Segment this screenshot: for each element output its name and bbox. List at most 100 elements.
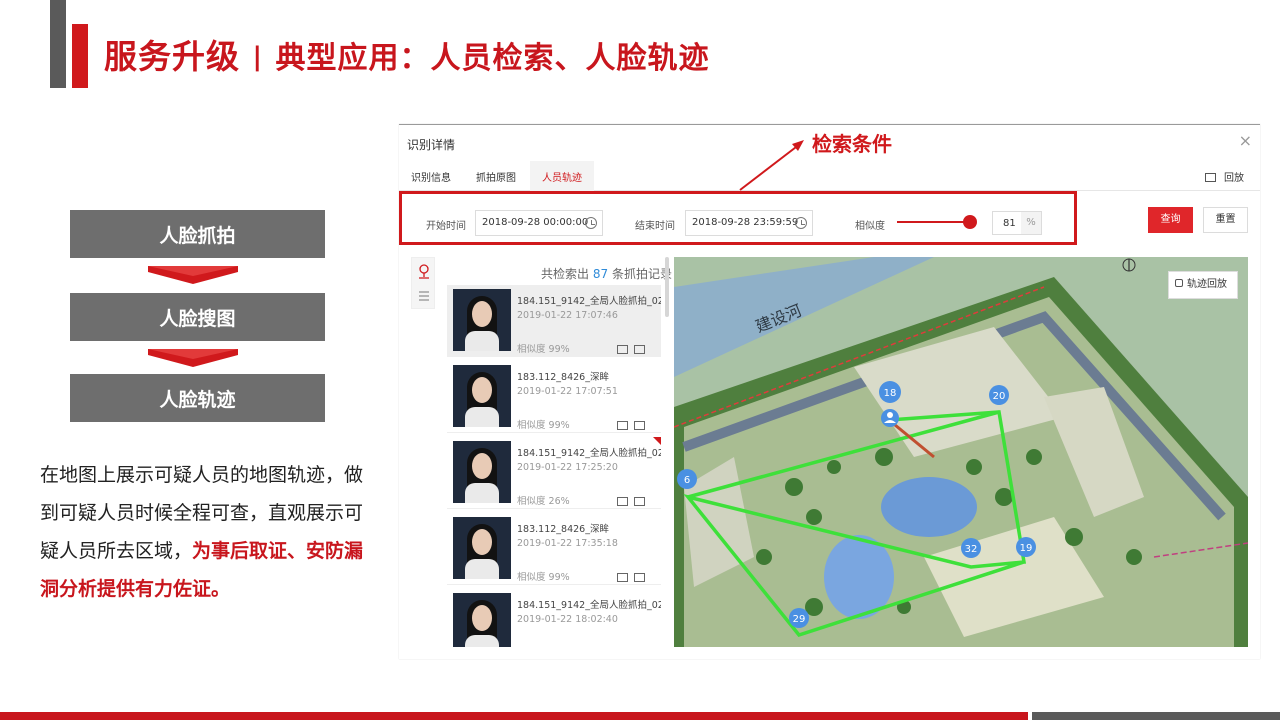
card-actions bbox=[617, 415, 651, 434]
tab-recognition-info[interactable]: 识别信息 bbox=[411, 169, 451, 184]
face-photo bbox=[453, 517, 511, 579]
camera-id: 184.151_9142_全局人脸抓拍_02 bbox=[517, 296, 661, 307]
description-text: 在地图上展示可疑人员的地图轨迹，做到可疑人员时候全程可查，直观展示可疑人员所去区… bbox=[40, 456, 380, 608]
search-criteria-annotation: 检索条件 bbox=[812, 132, 892, 156]
result-count-prefix: 共检索出 bbox=[541, 267, 590, 281]
image-icon[interactable] bbox=[617, 345, 628, 354]
flow-step-capture: 人脸抓拍 bbox=[70, 210, 325, 258]
tab-bar: 识别信息 抓拍原图 人员轨迹 回放 bbox=[399, 161, 1260, 191]
close-icon[interactable]: × bbox=[1239, 131, 1252, 150]
phone-replay-icon bbox=[1175, 279, 1183, 287]
start-time-label: 开始时间 bbox=[426, 221, 466, 232]
video-icon[interactable] bbox=[634, 345, 645, 354]
list-scrollbar[interactable] bbox=[665, 257, 669, 317]
flow-arrow-down-icon bbox=[148, 266, 238, 284]
footer-bar-grey bbox=[1032, 712, 1280, 720]
search-criteria-box: 开始时间 2018-09-28 00:00:00 结束时间 2018-09-28… bbox=[399, 191, 1077, 245]
marker-20[interactable]: 20 bbox=[989, 385, 1009, 405]
title-accent-red bbox=[72, 24, 88, 88]
capture-time: 2019-01-22 17:07:51 bbox=[517, 386, 618, 397]
side-toolbar-icons bbox=[419, 264, 429, 301]
video-icon[interactable] bbox=[634, 573, 645, 582]
marker-18[interactable]: 18 bbox=[879, 381, 901, 403]
similarity-value: 81 bbox=[1003, 218, 1016, 229]
similarity-text: 相似度 99% bbox=[517, 344, 570, 355]
end-time-input[interactable]: 2018-09-28 23:59:59 bbox=[685, 210, 813, 236]
camera-id: 184.151_9142_全局人脸抓拍_02 bbox=[517, 600, 661, 611]
similarity-slider-track[interactable] bbox=[897, 221, 971, 223]
marker-32[interactable]: 32 bbox=[961, 538, 981, 558]
svg-text:32: 32 bbox=[965, 544, 978, 555]
replay-icon bbox=[1205, 173, 1216, 182]
svg-text:29: 29 bbox=[793, 614, 806, 625]
capture-time: 2019-01-22 17:35:18 bbox=[517, 538, 618, 549]
capture-time: 2019-01-22 18:02:40 bbox=[517, 614, 618, 625]
camera-id: 183.112_8426_深眸 bbox=[517, 372, 609, 383]
camera-id: 184.151_9142_全局人脸抓拍_02 bbox=[517, 448, 661, 459]
page-title: 服务升级 | 典型应用：人员检索、人脸轨迹 bbox=[104, 30, 710, 78]
similarity-text: 相似度 99% bbox=[517, 420, 570, 431]
image-icon[interactable] bbox=[617, 573, 628, 582]
image-icon[interactable] bbox=[617, 497, 628, 506]
title-accent-grey bbox=[50, 0, 66, 88]
similarity-slider-handle[interactable] bbox=[963, 215, 977, 229]
svg-text:18: 18 bbox=[884, 388, 897, 399]
person-current-icon[interactable] bbox=[881, 409, 899, 427]
marker-6[interactable]: 6 bbox=[677, 469, 697, 489]
clock-icon bbox=[795, 217, 807, 229]
result-count: 共检索出 87 条抓拍记录 bbox=[541, 265, 672, 282]
camera-id: 183.112_8426_深眸 bbox=[517, 524, 609, 535]
start-time-input[interactable]: 2018-09-28 00:00:00 bbox=[475, 210, 603, 236]
annotation-arrow-icon bbox=[739, 140, 804, 191]
capture-record-list: 184.151_9142_全局人脸抓拍_02 2019-01-22 17:07:… bbox=[447, 285, 661, 647]
footer-bar-red bbox=[0, 712, 1028, 720]
lake bbox=[881, 477, 977, 537]
side-toolbar bbox=[411, 257, 435, 309]
reset-button[interactable]: 重置 bbox=[1203, 207, 1248, 233]
result-count-suffix: 条抓拍记录 bbox=[611, 267, 672, 281]
capture-record-item[interactable]: 184.151_9142_全局人脸抓拍_02 2019-01-22 18:02:… bbox=[447, 589, 661, 647]
tab-person-track[interactable]: 人员轨迹 bbox=[530, 161, 594, 191]
capture-time: 2019-01-22 17:07:46 bbox=[517, 310, 618, 321]
location-pin-icon[interactable] bbox=[419, 264, 429, 279]
recognition-detail-dialog: 识别详情 × 识别信息 抓拍原图 人员轨迹 回放 开始时间 2018-09-28… bbox=[399, 124, 1260, 659]
title-separator: | bbox=[252, 42, 263, 72]
track-replay-button[interactable]: 轨迹回放 bbox=[1168, 271, 1238, 299]
capture-record-item[interactable]: 184.151_9142_全局人脸抓拍_02 2019-01-22 17:07:… bbox=[447, 285, 661, 357]
marked-corner-icon bbox=[653, 437, 661, 445]
list-icon[interactable] bbox=[419, 291, 429, 301]
replay-top-label: 回放 bbox=[1224, 173, 1244, 184]
svg-text:20: 20 bbox=[993, 391, 1006, 402]
replay-top-button[interactable]: 回放 bbox=[1205, 169, 1244, 184]
track-map[interactable]: 18 20 6 32 19 29 建设河 轨迹回放 bbox=[674, 257, 1248, 647]
face-photo bbox=[453, 365, 511, 427]
similarity-label: 相似度 bbox=[855, 221, 885, 232]
clock-icon bbox=[585, 217, 597, 229]
flow-arrow-down-icon bbox=[148, 349, 238, 367]
face-photo bbox=[453, 593, 511, 647]
video-icon[interactable] bbox=[634, 421, 645, 430]
card-actions bbox=[617, 491, 651, 510]
svg-text:6: 6 bbox=[684, 475, 690, 486]
capture-time: 2019-01-22 17:25:20 bbox=[517, 462, 618, 473]
flow-step-track: 人脸轨迹 bbox=[70, 374, 325, 422]
marker-19[interactable]: 19 bbox=[1016, 537, 1036, 557]
card-actions bbox=[617, 567, 651, 586]
video-icon[interactable] bbox=[634, 497, 645, 506]
start-time-value: 2018-09-28 00:00:00 bbox=[482, 217, 589, 228]
image-icon[interactable] bbox=[617, 421, 628, 430]
tab-original-capture[interactable]: 抓拍原图 bbox=[476, 169, 516, 184]
dialog-title: 识别详情 bbox=[407, 138, 456, 152]
query-button[interactable]: 查询 bbox=[1148, 207, 1193, 233]
capture-record-item[interactable]: 184.151_9142_全局人脸抓拍_02 2019-01-22 17:25:… bbox=[447, 437, 661, 509]
end-time-label: 结束时间 bbox=[635, 221, 675, 232]
capture-record-item[interactable]: 183.112_8426_深眸 2019-01-22 17:07:51 相似度 … bbox=[447, 361, 661, 433]
title-main: 服务升级 bbox=[104, 37, 240, 76]
face-photo bbox=[453, 441, 511, 503]
face-photo bbox=[453, 289, 511, 351]
similarity-text: 相似度 99% bbox=[517, 572, 570, 583]
marker-29[interactable]: 29 bbox=[789, 608, 809, 628]
card-actions bbox=[617, 339, 651, 358]
capture-record-item[interactable]: 183.112_8426_深眸 2019-01-22 17:35:18 相似度 … bbox=[447, 513, 661, 585]
similarity-input[interactable]: 81 % bbox=[992, 211, 1042, 235]
